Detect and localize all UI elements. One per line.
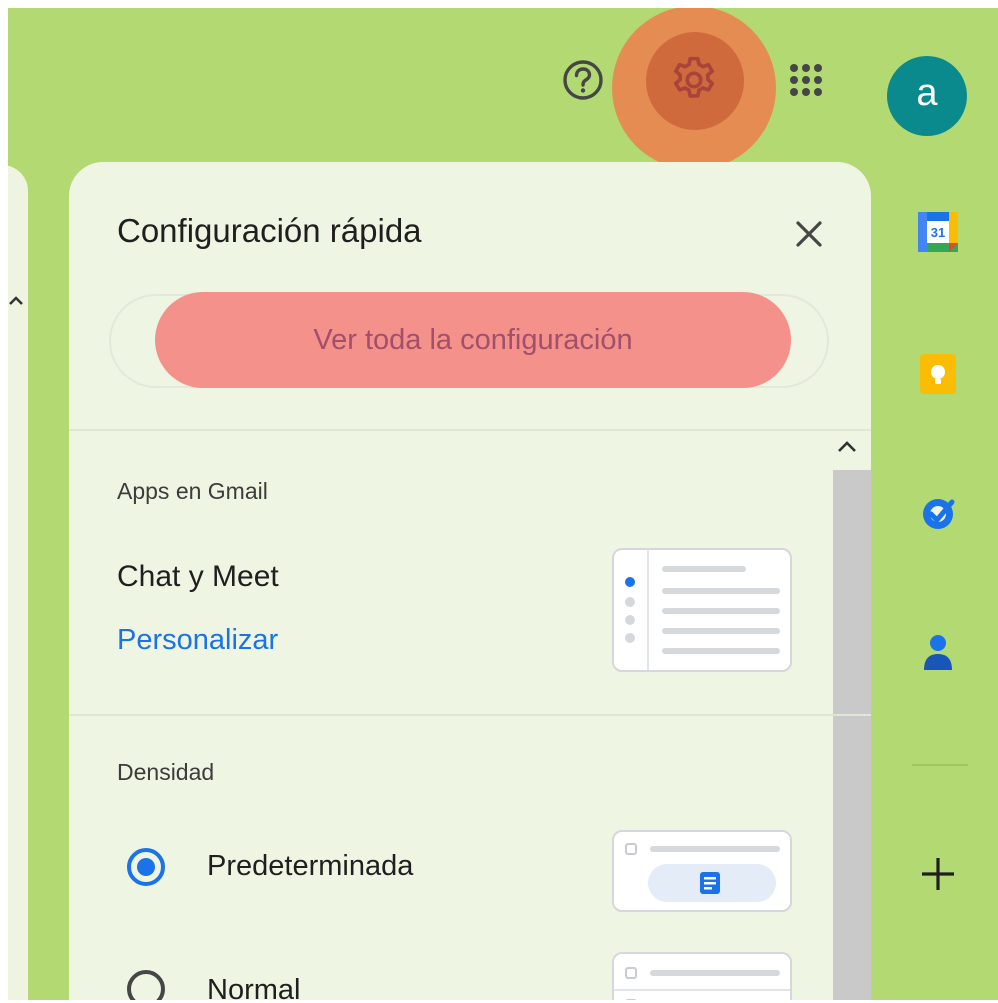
density-normal-radio[interactable]	[127, 970, 165, 1000]
panel-title: Configuración rápida	[117, 212, 422, 249]
calendar-app-button[interactable]: 31	[910, 204, 966, 260]
gmail-window: a Configuración rápida Ver toda la confi…	[8, 8, 998, 1000]
google-apps-button[interactable]	[782, 56, 830, 104]
chevron-up-icon	[838, 441, 856, 452]
account-avatar[interactable]: a	[887, 56, 967, 136]
density-default-radio[interactable]	[127, 848, 165, 886]
chevron-up-icon[interactable]	[8, 292, 24, 308]
chat-meet-preview-illustration	[625, 550, 780, 670]
divider	[69, 429, 871, 431]
mail-list-pane	[8, 165, 28, 1000]
apps-section-heading: Apps en Gmail	[117, 478, 268, 504]
avatar-letter: a	[916, 72, 938, 114]
quick-settings-panel: Configuración rápida Ver toda la configu…	[69, 162, 871, 1000]
chat-meet-label: Chat y Meet	[117, 560, 279, 593]
density-default-label[interactable]: Predeterminada	[207, 850, 413, 883]
see-all-settings-button[interactable]: Ver toda la configuración	[155, 292, 791, 388]
tasks-icon	[923, 499, 955, 529]
see-all-settings-label: Ver toda la configuración	[313, 323, 633, 356]
help-button[interactable]	[559, 56, 607, 104]
contacts-app-button[interactable]	[910, 624, 966, 680]
density-default-illustration	[625, 843, 780, 902]
calendar-icon: 31	[918, 212, 958, 252]
density-normal-label[interactable]: Normal	[207, 974, 300, 1000]
calendar-day: 31	[931, 225, 945, 240]
density-default-preview	[612, 830, 792, 912]
density-normal-preview	[612, 952, 792, 1000]
apps-grid-icon	[790, 64, 822, 96]
density-normal-illustration	[614, 967, 790, 1000]
close-button[interactable]	[781, 206, 837, 262]
side-panel-divider	[912, 764, 968, 766]
keep-app-button[interactable]	[910, 346, 966, 402]
get-addons-button[interactable]	[910, 846, 966, 902]
density-section-heading: Densidad	[117, 759, 215, 785]
scroll-up-button[interactable]	[829, 432, 865, 462]
gear-icon	[673, 56, 715, 98]
panel-scrollbar-thumb[interactable]	[833, 470, 871, 1000]
settings-button[interactable]	[656, 50, 732, 110]
contacts-icon	[924, 635, 952, 670]
chat-meet-preview	[612, 548, 792, 672]
customize-link[interactable]: Personalizar	[117, 624, 278, 657]
close-icon	[796, 221, 822, 247]
help-icon	[563, 60, 603, 100]
add-icon	[922, 858, 954, 890]
divider	[69, 714, 871, 716]
keep-icon	[920, 354, 956, 394]
tasks-app-button[interactable]	[910, 484, 966, 540]
